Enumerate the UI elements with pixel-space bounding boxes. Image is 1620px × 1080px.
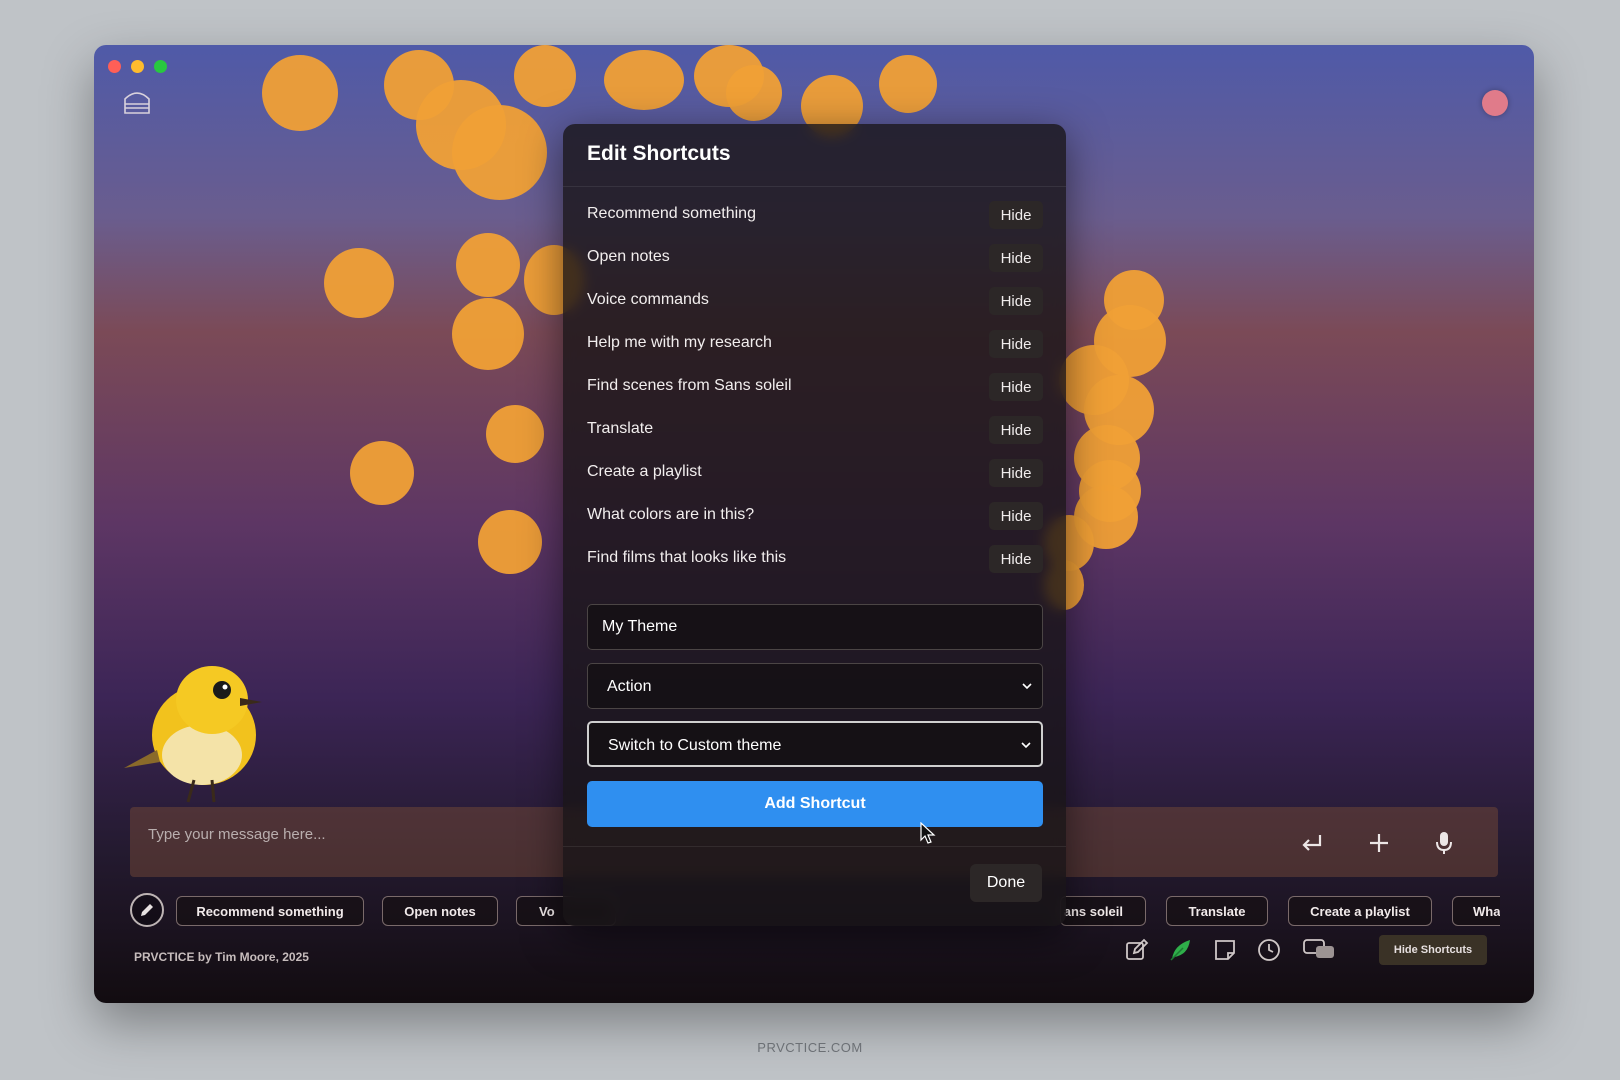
record-icon[interactable] [1482,90,1508,116]
chevron-down-icon [1021,742,1031,749]
chip-open-notes[interactable]: Open notes [382,896,498,926]
chip-recommend-something[interactable]: Recommend something [176,896,364,926]
shortcut-label: Create a playlist [587,463,702,480]
credit-text: PRVCTICE by Tim Moore, 2025 [134,950,309,964]
add-shortcut-button[interactable]: Add Shortcut [587,781,1043,827]
chip-what-colors[interactable]: What [1452,896,1500,926]
hide-shortcut-button[interactable]: Hide [989,244,1043,272]
hide-shortcut-button[interactable]: Hide [989,330,1043,358]
cursor-icon [920,822,936,844]
selected-type: Action [607,678,652,695]
chevron-down-icon [1022,683,1032,690]
shortcut-type-select[interactable]: Action [587,663,1043,709]
shortcut-label: Find scenes from Sans soleil [587,377,792,394]
shortcut-label: What colors are in this? [587,506,755,523]
chip-create-playlist[interactable]: Create a playlist [1288,896,1432,926]
clock-icon[interactable] [1256,937,1282,963]
bird-mascot [124,666,262,803]
shortcut-row: Create a playlist Hide [587,458,1043,488]
zoom-window-button[interactable] [154,60,167,73]
note-icon[interactable] [1212,937,1238,963]
shortcut-label: Voice commands [587,291,709,308]
enter-icon[interactable] [1298,829,1326,857]
app-logo-icon [124,92,150,114]
hide-shortcut-button[interactable]: Hide [989,201,1043,229]
shortcut-label: Open notes [587,248,670,265]
mic-icon[interactable] [1430,829,1458,857]
divider [563,846,1066,847]
pencil-icon [141,904,153,916]
shortcut-name-input[interactable] [588,605,1042,649]
site-label: PRVCTICE.COM [757,1040,863,1055]
shortcut-row: Find scenes from Sans soleil Hide [587,372,1043,402]
dialog-title: Edit Shortcuts [587,142,731,165]
hide-shortcut-button[interactable]: Hide [989,287,1043,315]
edit-icon[interactable] [1124,937,1150,963]
shortcut-row: Recommend something Hide [587,200,1043,230]
chat-icon[interactable] [1302,937,1336,963]
close-window-button[interactable] [108,60,121,73]
minimize-window-button[interactable] [131,60,144,73]
hide-shortcut-button[interactable]: Hide [989,545,1043,573]
shortcut-label: Recommend something [587,205,756,222]
shortcut-row: What colors are in this? Hide [587,501,1043,531]
done-button[interactable]: Done [970,864,1042,902]
shortcut-label: Translate [587,420,654,437]
hide-shortcut-button[interactable]: Hide [989,502,1043,530]
hide-shortcut-button[interactable]: Hide [989,373,1043,401]
chip-translate[interactable]: Translate [1166,896,1268,926]
shortcut-row: Find films that looks like this Hide [587,544,1043,574]
hide-shortcut-button[interactable]: Hide [989,416,1043,444]
hide-shortcuts-button[interactable]: Hide Shortcuts [1379,935,1487,965]
shortcut-label: Help me with my research [587,334,772,351]
shortcut-name-field [587,604,1043,650]
plus-icon[interactable] [1365,829,1393,857]
shortcut-row: Help me with my research Hide [587,329,1043,359]
shortcut-label: Find films that looks like this [587,549,787,566]
edit-shortcuts-button[interactable] [130,893,164,927]
selected-action: Switch to Custom theme [608,737,782,754]
shortcut-row: Translate Hide [587,415,1043,445]
hide-shortcut-button[interactable]: Hide [989,459,1043,487]
shortcut-row: Voice commands Hide [587,286,1043,316]
chip-find-scenes[interactable]: ans soleil [1060,896,1146,926]
shortcut-action-select[interactable]: Switch to Custom theme [587,721,1043,767]
edit-shortcuts-dialog: Edit Shortcuts Recommend something Hide … [563,124,1066,926]
feather-icon[interactable] [1168,937,1194,963]
divider [563,186,1066,187]
shortcut-row: Open notes Hide [587,243,1043,273]
